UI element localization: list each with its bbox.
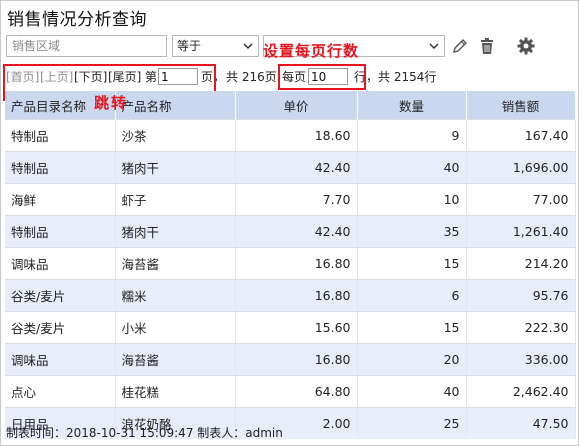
cell-product: 虾子: [115, 183, 236, 216]
table-row: 特制品 猪肉干 42.40 40 1,696.00: [5, 151, 576, 184]
table-header-row: 产品目录名称 产品名称 单价 数量 销售额: [5, 91, 576, 120]
cell-quantity: 15: [357, 247, 467, 280]
cell-sales-amount: 1,696.00: [466, 151, 576, 184]
cell-product: 小米: [115, 311, 236, 344]
rows-per-page-highlight-box: [278, 64, 366, 90]
cell-quantity: 9: [357, 119, 467, 152]
cell-sales-amount: 222.30: [466, 311, 576, 344]
cell-quantity: 40: [357, 375, 467, 408]
table-row: 调味品 海苔酱 16.80 20 336.00: [5, 343, 576, 376]
cell-sales-amount: 1,261.40: [466, 215, 576, 248]
cell-quantity: 25: [357, 407, 467, 439]
table-row: 点心 桂花糕 64.80 40 2,462.40: [5, 375, 576, 408]
cell-quantity: 35: [357, 215, 467, 248]
jump-annotation: 跳转: [94, 94, 129, 112]
cell-product: 桂花糕: [115, 375, 236, 408]
header-product[interactable]: 产品名称: [115, 91, 236, 120]
cell-sales-amount: 214.20: [466, 247, 576, 280]
cell-product: 糯米: [115, 279, 236, 312]
cell-product: 沙茶: [115, 119, 236, 152]
table-row: 谷类/麦片 糯米 16.80 6 95.76: [5, 279, 576, 312]
cell-sales-amount: 47.50: [466, 407, 576, 439]
table-row: 特制品 猪肉干 42.40 35 1,261.40: [5, 215, 576, 248]
cell-category: 特制品: [5, 151, 116, 184]
cell-quantity: 10: [357, 183, 467, 216]
cell-unit-price: 42.40: [235, 215, 358, 248]
cell-unit-price: 7.70: [235, 183, 358, 216]
table-row: 调味品 海苔酱 16.80 15 214.20: [5, 247, 576, 280]
cell-quantity: 20: [357, 343, 467, 376]
cell-category: 特制品: [5, 215, 116, 248]
cell-unit-price: 18.60: [235, 119, 358, 152]
cell-sales-amount: 2,462.40: [466, 375, 576, 408]
cell-quantity: 6: [357, 279, 467, 312]
table-row: 特制品 沙茶 18.60 9 167.40: [5, 119, 576, 152]
total-rows-label: 共 2154行: [378, 70, 437, 84]
operator-select[interactable]: 等于: [172, 35, 259, 57]
cell-category: 调味品: [5, 247, 116, 280]
chevron-down-icon: [243, 43, 253, 50]
cell-sales-amount: 95.76: [466, 279, 576, 312]
table-row: 谷类/麦片 小米 15.60 15 222.30: [5, 311, 576, 344]
cell-sales-amount: 77.00: [466, 183, 576, 216]
cell-sales-amount: 336.00: [466, 343, 576, 376]
table-row: 海鲜 虾子 7.70 10 77.00: [5, 183, 576, 216]
cell-unit-price: 15.60: [235, 311, 358, 344]
chevron-down-icon: [429, 43, 439, 50]
pencil-icon[interactable]: [450, 36, 470, 56]
cell-category: 谷类/麦片: [5, 311, 116, 344]
cell-quantity: 40: [357, 151, 467, 184]
cell-unit-price: 16.80: [235, 343, 358, 376]
cell-unit-price: 16.80: [235, 247, 358, 280]
cell-quantity: 15: [357, 311, 467, 344]
gear-icon[interactable]: [516, 36, 536, 56]
cell-category: 点心: [5, 375, 116, 408]
header-sales-amount[interactable]: 销售额: [466, 91, 576, 120]
cell-unit-price: 64.80: [235, 375, 358, 408]
cell-unit-price: 16.80: [235, 279, 358, 312]
cell-product: 猪肉干: [115, 151, 236, 184]
cell-unit-price: 42.40: [235, 151, 358, 184]
cell-sales-amount: 167.40: [466, 119, 576, 152]
total-pages-label: 共 216页: [226, 70, 277, 84]
report-footer: 制表时间：2018-10-31 15:09:47 制表人：admin: [6, 426, 283, 440]
trash-icon[interactable]: [477, 36, 497, 56]
cell-product: 海苔酱: [115, 343, 236, 376]
header-unit-price[interactable]: 单价: [235, 91, 358, 120]
cell-category: 海鲜: [5, 183, 116, 216]
header-quantity[interactable]: 数量: [357, 91, 467, 120]
operator-select-value: 等于: [177, 39, 202, 53]
page-title: 销售情况分析查询: [7, 10, 147, 30]
cell-category: 谷类/麦片: [5, 279, 116, 312]
cell-category: 调味品: [5, 343, 116, 376]
sales-table: 产品目录名称 产品名称 单价 数量 销售额 特制品 沙茶 18.60 9 167…: [5, 91, 576, 439]
cell-product: 猪肉干: [115, 215, 236, 248]
cell-product: 海苔酱: [115, 247, 236, 280]
rows-per-page-annotation: 设置每页行数: [263, 42, 360, 60]
sales-region-input[interactable]: [6, 35, 167, 57]
cell-category: 特制品: [5, 119, 116, 152]
